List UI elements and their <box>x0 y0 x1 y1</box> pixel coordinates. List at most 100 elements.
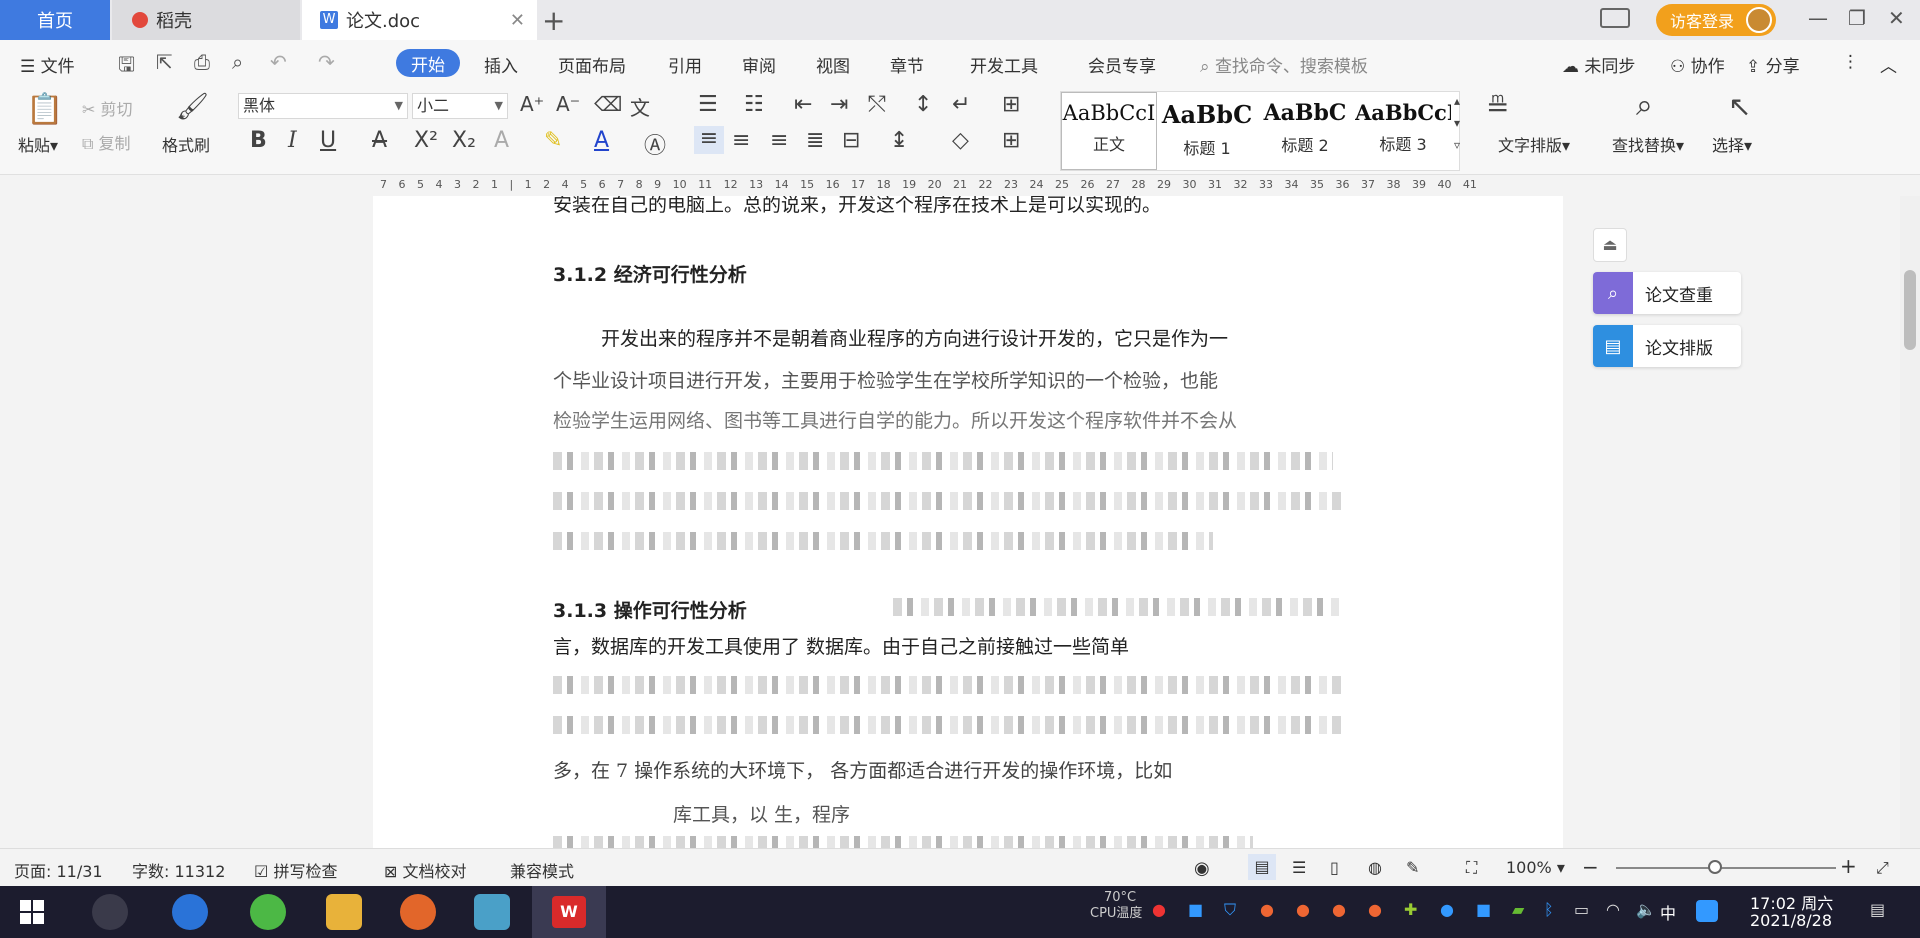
qq-icon[interactable]: ● <box>1260 900 1274 919</box>
select-button[interactable]: 选择▾ <box>1712 132 1752 156</box>
ie-browser-icon[interactable] <box>172 894 208 930</box>
restore-icon[interactable]: ❐ <box>1848 6 1866 30</box>
font-color-icon[interactable]: A <box>594 128 609 153</box>
zoom-level[interactable]: 100% ▾ <box>1506 858 1565 877</box>
tab-reference[interactable]: 引用 <box>668 52 702 77</box>
distribute-icon[interactable]: ⊟ <box>842 128 860 153</box>
strikethrough-icon[interactable]: A <box>372 128 387 153</box>
green-browser-icon[interactable] <box>250 894 286 930</box>
font-name-select[interactable]: 黑体 ▼ <box>238 93 408 119</box>
align-center-icon[interactable]: ≡ <box>732 128 750 153</box>
thesis-check-button[interactable]: ⌕ 论文查重 <box>1593 272 1741 314</box>
text-layout-button[interactable]: 文字排版▾ <box>1498 132 1570 156</box>
decrease-indent-icon[interactable]: ⇤ <box>794 92 812 117</box>
tab-chapter[interactable]: 章节 <box>890 52 924 77</box>
sort-icon[interactable]: ↕ <box>914 92 932 117</box>
more-icon[interactable]: ⋮ <box>1842 52 1859 72</box>
wps-taskbar-item[interactable]: W <box>532 886 606 938</box>
eye-protection-icon[interactable]: ◉ <box>1194 858 1210 879</box>
scrollbar-thumb[interactable] <box>1904 270 1916 350</box>
tab-developer[interactable]: 开发工具 <box>970 52 1038 77</box>
bold-icon[interactable]: B <box>250 128 267 153</box>
horizontal-ruler[interactable]: 7 6 5 4 3 2 1 | 1 2 4 5 6 7 8 9 10 11 12… <box>0 176 1920 196</box>
italic-icon[interactable]: I <box>288 128 297 153</box>
tray-app-icon[interactable]: ● <box>1152 900 1166 919</box>
tray-app-icon[interactable]: ■ <box>1476 900 1491 919</box>
collab-button[interactable]: ⚇ 协作 <box>1670 52 1725 77</box>
tab-start[interactable]: 开始 <box>396 49 460 77</box>
tray-app-icon[interactable]: ■ <box>1188 900 1203 919</box>
style-scroll-up-icon[interactable]: ▴ <box>1454 94 1460 108</box>
ime-indicator[interactable]: 中 <box>1660 900 1676 924</box>
redo-icon[interactable]: ↷ <box>318 50 335 74</box>
app-avatar-icon[interactable] <box>400 894 436 930</box>
volume-icon[interactable]: 🔈 <box>1636 900 1656 919</box>
notes-app-icon[interactable] <box>474 894 510 930</box>
justify-icon[interactable]: ≣ <box>806 128 824 153</box>
nvidia-icon[interactable]: ▰ <box>1512 900 1524 919</box>
collapse-panel-button[interactable]: ⏏ <box>1593 228 1627 262</box>
word-count[interactable]: 字数: 11312 <box>132 858 225 882</box>
align-left-icon[interactable]: ≡ <box>694 126 724 154</box>
numbered-list-icon[interactable]: ☷ <box>744 92 764 117</box>
style-heading-2[interactable]: AaBbC 标题 2 <box>1257 92 1353 170</box>
tray-app-icon[interactable]: ✚ <box>1404 900 1417 919</box>
shield-icon[interactable]: ⛉ <box>1224 900 1236 920</box>
tab-page-layout[interactable]: 页面布局 <box>558 52 626 77</box>
zoom-in-icon[interactable]: + <box>1840 854 1857 878</box>
share-button[interactable]: ⇪ 分享 <box>1746 52 1800 77</box>
decrease-font-icon[interactable]: A⁻ <box>556 92 580 116</box>
format-painter-button[interactable]: 格式刷 <box>162 132 210 156</box>
tab-home[interactable]: 首页 <box>0 0 110 40</box>
text-effect-icon[interactable]: A <box>494 128 509 153</box>
page-indicator[interactable]: 页面: 11/31 <box>14 858 103 882</box>
clock-date[interactable]: 2021/8/28 <box>1750 911 1832 930</box>
increase-indent-icon[interactable]: ⇥ <box>830 92 848 117</box>
page-view-icon[interactable]: ▤ <box>1248 854 1276 880</box>
qq-icon[interactable]: ● <box>1332 900 1346 919</box>
find-replace-button[interactable]: 查找替换▾ <box>1612 132 1684 156</box>
tab-insert[interactable]: 插入 <box>484 52 518 77</box>
close-window-icon[interactable]: ✕ <box>1888 6 1905 30</box>
text-layout-icon[interactable]: ≞ <box>1486 90 1509 123</box>
style-scroll-down-icon[interactable]: ▾ <box>1454 116 1460 130</box>
notification-icon[interactable]: ▤ <box>1870 900 1885 919</box>
visitor-login-button[interactable]: 访客登录 <box>1656 4 1776 36</box>
chinese-layout-icon[interactable]: ⤲ <box>868 92 886 117</box>
cpu-temp-widget[interactable]: 70°C CPU温度 <box>1090 890 1142 922</box>
search-icon[interactable]: ⌕ <box>1636 88 1653 123</box>
copy-button[interactable]: ⧉ 复制 <box>82 130 131 154</box>
paste-button[interactable]: 粘贴▾ <box>18 132 58 156</box>
align-right-icon[interactable]: ≡ <box>770 128 788 153</box>
style-more-icon[interactable]: ▿ <box>1454 138 1460 152</box>
thesis-layout-button[interactable]: ▤ 论文排版 <box>1593 325 1741 367</box>
battery-icon[interactable]: ▭ <box>1574 900 1589 919</box>
print-preview-icon[interactable]: ⌕ <box>232 50 243 74</box>
qq-icon[interactable]: ● <box>1296 900 1310 919</box>
underline-icon[interactable]: U <box>320 128 336 153</box>
browser-360-icon[interactable] <box>92 894 128 930</box>
minimize-icon[interactable]: — <box>1808 6 1828 30</box>
windows-start-icon[interactable] <box>20 900 44 924</box>
wifi-icon[interactable]: ◠ <box>1606 900 1620 919</box>
sync-status[interactable]: ☁ 未同步 <box>1562 52 1635 77</box>
collapse-ribbon-icon[interactable]: ︿ <box>1880 52 1897 77</box>
fullscreen-icon[interactable]: ⤢ <box>1876 858 1889 878</box>
tablet-mode-icon[interactable] <box>1600 8 1630 28</box>
bluetooth-icon[interactable]: ᛒ <box>1544 900 1554 919</box>
spell-check-button[interactable]: ☑ 拼写检查 <box>254 858 337 882</box>
export-icon[interactable]: ⇱ <box>156 50 173 74</box>
bullet-list-icon[interactable]: ☰ <box>698 92 718 117</box>
tab-view[interactable]: 视图 <box>816 52 850 77</box>
style-normal[interactable]: AaBbCcI 正文 <box>1061 92 1157 170</box>
command-search[interactable]: ⌕ 查找命令、搜索模板 <box>1200 52 1368 77</box>
increase-font-icon[interactable]: A⁺ <box>520 92 544 116</box>
cursor-icon[interactable]: ↖ <box>1728 90 1751 123</box>
proofread-button[interactable]: ⊠ 文档校对 <box>384 858 467 882</box>
borders-icon[interactable]: ⊞ <box>1002 128 1020 153</box>
fit-page-icon[interactable]: ⛶ <box>1466 858 1477 878</box>
save-icon[interactable]: 🖫 <box>118 50 135 84</box>
tab-review[interactable]: 审阅 <box>742 52 776 77</box>
superscript-icon[interactable]: X² <box>414 128 438 153</box>
undo-icon[interactable]: ↶ <box>270 50 287 74</box>
